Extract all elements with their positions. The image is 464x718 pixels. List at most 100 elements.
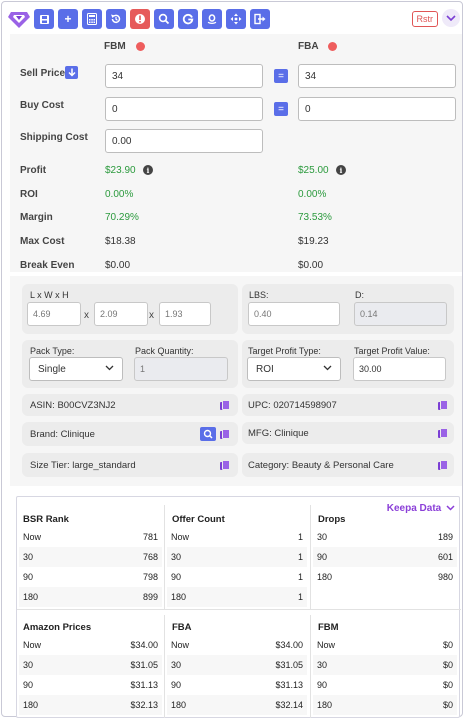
fba-prices-title: FBA [172,622,192,633]
break-even-label: Break Even [20,260,75,271]
table-row: Now $0 [317,640,453,650]
fbm-buy-cost-input[interactable]: 0 [105,97,263,121]
divider [310,505,311,609]
drops-title: Drops [318,514,346,525]
target-profit-type-select[interactable]: ROI [247,357,341,381]
calculator-icon[interactable] [82,9,102,29]
divider [310,615,311,718]
keepa-data-label: Keepa Data [386,503,442,514]
table-row: Now $34.00 [171,640,303,650]
fbm-sell-price-input[interactable]: 34 [105,64,263,88]
search-icon[interactable] [200,427,216,441]
product-details: L x W x H 4.69 x 2.09 x 1.93 LBS: 0.40 D… [10,276,462,486]
category-text: Category: Beauty & Personal Care [248,460,394,471]
size-tier-text: Size Tier: large_standard [30,460,136,471]
target-profit-type-value: ROI [256,364,274,375]
dimensions-card: L x W x H 4.69 x 2.09 x 1.93 [22,284,238,334]
search-icon[interactable] [154,9,174,29]
info-icon[interactable]: i [336,165,346,175]
shipping-cost-input[interactable]: 0.00 [105,129,263,153]
table-row: 180 899 [19,587,162,607]
sell-price-label: Sell Price [20,68,66,79]
upc-card: UPC: 020714598907 [242,394,454,416]
target-profit-card: Target Profit Type: ROI Target Profit Va… [242,340,454,388]
copy-icon[interactable] [220,460,230,470]
fba-break-even-value: $0.00 [298,260,324,271]
table-row: Now 781 [23,532,158,542]
target-profit-value-input[interactable]: 30.00 [353,357,446,381]
fba-margin-value: 73.53% [298,212,332,223]
amazon-prices-title: Amazon Prices [23,622,92,633]
fba-sell-price-input[interactable]: 34 [298,64,456,88]
table-row: 180 $32.13 [19,695,162,715]
mfg-card: MFG: Clinique [242,422,454,444]
plus-icon[interactable]: + [58,9,78,29]
move-icon[interactable] [226,9,246,29]
table-row: Now 1 [171,532,303,542]
lbs-input[interactable]: 0.40 [248,302,340,326]
fba-title: FBA [298,41,319,52]
amazon-icon[interactable] [202,9,222,29]
exit-icon[interactable] [250,9,270,29]
fbm-roi-value: 0.00% [105,189,134,200]
chevron-down-icon [323,363,332,374]
table-row: 90 798 [23,572,158,582]
copy-icon[interactable] [438,428,448,438]
google-icon[interactable] [178,9,198,29]
divider [164,615,165,718]
chevron-down-icon [105,363,114,374]
table-row: 90 601 [313,547,457,567]
target-profit-value-label: Target Profit Value: [354,346,430,356]
restore-button[interactable]: Rstr [411,11,438,27]
history-icon[interactable] [106,9,126,29]
table-row: 90 $31.13 [171,680,303,690]
table-row: 90 $0 [317,680,453,690]
lbs-label: LBS: [249,290,269,300]
height-input[interactable]: 1.93 [159,302,211,326]
width-input[interactable]: 2.09 [94,302,148,326]
extension-panel: + Rstr FBM FBA Sell Price 34 = 34 Buy Co… [1,1,463,718]
sync-sell-price-button[interactable]: = [274,69,288,83]
pack-card: Pack Type: Single Pack Quantity: 1 [22,340,238,388]
fba-max-cost-value: $19.23 [298,236,329,247]
alert-icon[interactable] [130,9,150,29]
save-icon[interactable] [34,9,54,29]
toolbar: + Rstr [6,6,462,32]
asin-card: ASIN: B00CVZ3NJ2 [22,394,238,416]
arrow-down-icon[interactable] [65,66,78,79]
table-row: 30 1 [167,547,307,567]
table-row: 90 $31.13 [23,680,158,690]
table-row: 180 $32.14 [167,695,307,715]
copy-icon[interactable] [438,460,448,470]
copy-icon[interactable] [220,400,230,410]
copy-icon[interactable] [438,400,448,410]
size-tier-card: Size Tier: large_standard [22,453,238,477]
lwh-label: L x W x H [30,290,69,300]
upc-text: UPC: 020714598907 [248,400,337,411]
pack-type-select[interactable]: Single [29,357,123,381]
x-separator: x [84,310,89,321]
pack-type-label: Pack Type: [30,346,75,356]
length-input[interactable]: 4.69 [27,302,81,326]
fba-buy-cost-input[interactable]: 0 [298,97,456,121]
table-row: 180 $0 [313,695,457,715]
mfg-text: MFG: Clinique [248,428,309,439]
table-row: 30 189 [317,532,453,542]
fbm-title: FBM [104,41,126,52]
info-icon[interactable]: i [143,165,153,175]
asin-text: ASIN: B00CVZ3NJ2 [30,400,116,411]
pack-qty-input[interactable]: 1 [134,357,228,381]
fba-roi-value: 0.00% [298,189,327,200]
copy-icon[interactable] [220,429,230,439]
chevron-down-icon[interactable] [442,9,460,27]
bsr-title: BSR Rank [23,514,69,525]
pack-qty-label: Pack Quantity: [135,346,194,356]
sync-buy-cost-button[interactable]: = [274,102,288,116]
fbm-profit-value: $23.90 [105,165,136,176]
brand-text: Brand: Clinique [30,429,95,440]
offer-count-title: Offer Count [172,514,225,525]
chevron-down-icon [446,505,455,511]
keepa-data-toggle[interactable]: Keepa Data [387,503,455,514]
fba-profit-value: $25.00 [298,165,329,176]
fba-status-dot [328,42,337,51]
